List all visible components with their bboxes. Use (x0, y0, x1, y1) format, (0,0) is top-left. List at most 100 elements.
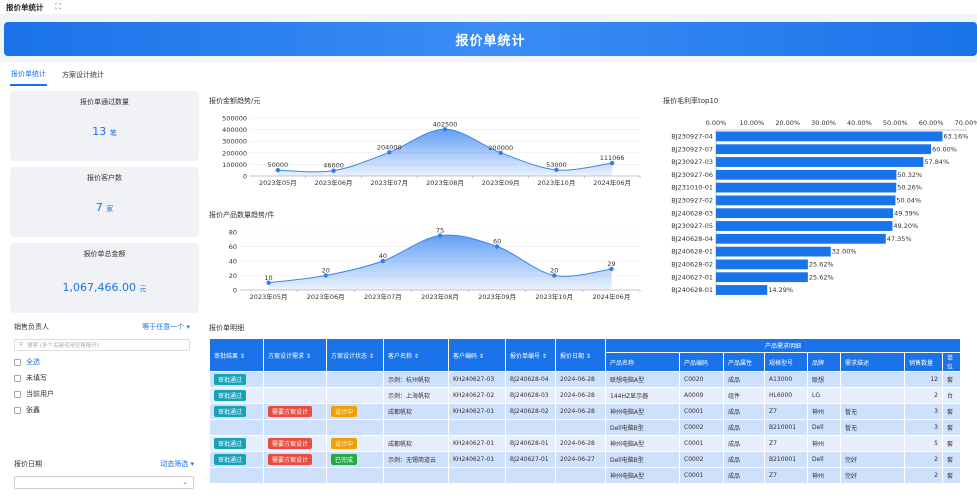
option-zhangxin[interactable]: 张鑫 (14, 405, 190, 415)
area-fill (268, 235, 612, 290)
cell-customer (383, 467, 449, 484)
data-label: 204000 (377, 143, 402, 151)
option-select-all[interactable]: 全选 (14, 357, 190, 367)
y-tick-label: 100000 (222, 161, 247, 169)
x-tick-label: 2023年08月 (426, 178, 464, 187)
table-row[interactable]: 审批通过 需要方案设计 已完成 示例：无锡简道云 KH240627-01 BJ240627… (209, 451, 961, 468)
margin-chart-title: 报价毛利率top10 (663, 97, 719, 105)
salesperson-filter: 销售负责人 等于任意一个 ▾ ⚲ 搜索 (多个关键词用空格隔开) 全选 未填写 … (14, 322, 190, 415)
expand-icon[interactable]: ⛶ (56, 2, 62, 12)
y-tick-label: 60 (229, 243, 237, 251)
col-header[interactable]: 报价日期 ⇕ (555, 338, 606, 372)
cell-date: 2024-06-28 (555, 371, 606, 388)
data-label: 60 (493, 238, 501, 246)
cell-customer: 示例：杭州帆软 (383, 371, 449, 388)
table-row[interactable]: 神州电脑A型 C0001 成品 Z7 神州 完好 2 套 (209, 467, 961, 484)
cell-ccode: KH240627-03 (448, 371, 506, 388)
x-tick-label: 2023年05月 (259, 178, 297, 187)
date-select[interactable]: ⌄ (14, 476, 194, 489)
option-current-user[interactable]: 当前用户 (14, 389, 190, 399)
cell-pcode: C0001 (679, 435, 724, 452)
x-tick-label: 2024年06月 (593, 178, 631, 187)
col-header[interactable]: 单位 (942, 352, 961, 372)
cell-desc: 暂无 (840, 419, 905, 436)
col-header[interactable]: 客户名称 ⇕ (383, 338, 449, 372)
col-header[interactable]: 规格型号 (764, 352, 808, 372)
cell-customer: 成都帆软 (383, 435, 449, 452)
tab-quote-stats[interactable]: 报价单统计 (10, 64, 47, 86)
col-header[interactable]: 产品名称 (605, 352, 680, 372)
checkbox[interactable] (14, 390, 21, 398)
filter-mode-dropdown[interactable]: 等于任意一个 ▾ (142, 322, 190, 332)
col-header[interactable]: 方案设计状态 ⇕ (326, 338, 384, 372)
data-label: 63.16% (943, 133, 968, 141)
y-tick-label: BJ230927-05 (671, 222, 713, 230)
table-row[interactable]: Dell电脑B型 C0002 成品 B210001 Dell 暂无 3 套 (209, 419, 961, 436)
col-header[interactable]: 产品属性 (723, 352, 765, 372)
detail-title: 报价单明细 (209, 324, 244, 332)
design-need-tag: 需要方案设计 (268, 406, 313, 417)
approval-tag: 审批通过 (214, 454, 247, 465)
col-header[interactable]: 产品编码 (679, 352, 724, 372)
table-row[interactable]: 审批通过 需要方案设计 设计中 成都帆软 KH240627-01 BJ240628-02 2… (209, 403, 961, 420)
option-unfilled[interactable]: 未填写 (14, 373, 190, 383)
table-row[interactable]: 审批通过 示例：上海帆软 KH240627-02 BJ240628-03 2024-06… (209, 387, 961, 404)
table-row[interactable]: 审批通过 需要方案设计 设计中 成都帆软 KH240627-01 BJ240628-01 2… (209, 435, 961, 452)
bar (716, 131, 943, 142)
x-tick-label: 2023年07月 (364, 292, 402, 301)
checkbox[interactable] (14, 374, 21, 382)
filter-search-input[interactable]: ⚲ 搜索 (多个关键词用空格隔开) (14, 339, 190, 351)
kpi-value: 13 笔 (92, 125, 117, 138)
margin-top10-chart: 0.00% 10.00% 20.00% 30.00% 40.00% 50.00% 60.00… (671, 119, 977, 297)
checkbox[interactable] (14, 358, 21, 366)
approval-tag: 审批通过 (214, 406, 247, 417)
data-label: 49.20% (893, 222, 918, 230)
table-row[interactable]: 审批通过 示例：杭州帆软 KH240627-03 BJ240628-04 2024-06… (209, 371, 961, 388)
tab-bar: 报价单统计 方案设计统计 (0, 62, 977, 86)
cell-ccode (448, 467, 506, 484)
data-label: 47.35% (887, 235, 912, 243)
cell-need (263, 387, 327, 404)
x-tick-label: 2023年09月 (482, 178, 520, 187)
cell-result: 审批通过 (209, 451, 264, 468)
cell-desc: 完好 (840, 451, 905, 468)
cell-desc (840, 371, 905, 388)
cell-customer: 示例：无锡简道云 (383, 451, 449, 468)
checkbox[interactable] (14, 406, 21, 414)
cell-pcode: C0002 (679, 451, 724, 468)
group-header: 产品需求明细 (605, 338, 961, 353)
bar (716, 144, 932, 155)
col-header[interactable]: 审批结果 ⇕ (209, 338, 264, 372)
col-header[interactable]: 客户编码 ⇕ (448, 338, 506, 372)
kpi-value: 7 家 (95, 201, 114, 214)
kpi-card-customer-count: 报价客户数 7 家 (10, 167, 199, 237)
col-header[interactable]: 销售数量 (904, 352, 943, 372)
cell-need: 需要方案设计 (263, 451, 327, 468)
cell-brand: LG (807, 387, 841, 404)
y-tick-label: 80 (229, 229, 237, 237)
cell-status (326, 371, 384, 388)
col-header[interactable]: 报价单编号 ⇕ (505, 338, 556, 372)
cell-no: BJ240628-02 (505, 403, 556, 420)
cell-status (326, 387, 384, 404)
tab-design-stats[interactable]: 方案设计统计 (61, 64, 105, 86)
cell-brand: 神州 (807, 403, 841, 420)
cell-no: BJ240628-04 (505, 371, 556, 388)
data-label: 50.32% (897, 171, 922, 179)
cell-unit: 套 (942, 451, 961, 468)
y-tick-label: 20 (229, 272, 237, 280)
x-tick-label: 2023年10月 (535, 292, 573, 301)
filter-mode-dropdown[interactable]: 动态筛选 ▾ (160, 459, 194, 469)
bar (716, 259, 808, 270)
quantity-chart-title: 报价产品数量趋势/件 (209, 211, 275, 219)
col-header[interactable]: 方案设计需求 ⇕ (263, 338, 327, 372)
cell-unit: 套 (942, 419, 961, 436)
col-header[interactable]: 品牌 (807, 352, 841, 372)
x-tick-label: 2023年06月 (307, 292, 345, 301)
col-header[interactable]: 需求描述 (840, 352, 905, 372)
bar (716, 272, 808, 283)
bar (716, 221, 893, 231)
x-tick-label: 0.00% (706, 119, 727, 127)
y-tick-label: 300000 (222, 138, 247, 146)
cell-pname: 神州电脑A型 (605, 403, 680, 420)
